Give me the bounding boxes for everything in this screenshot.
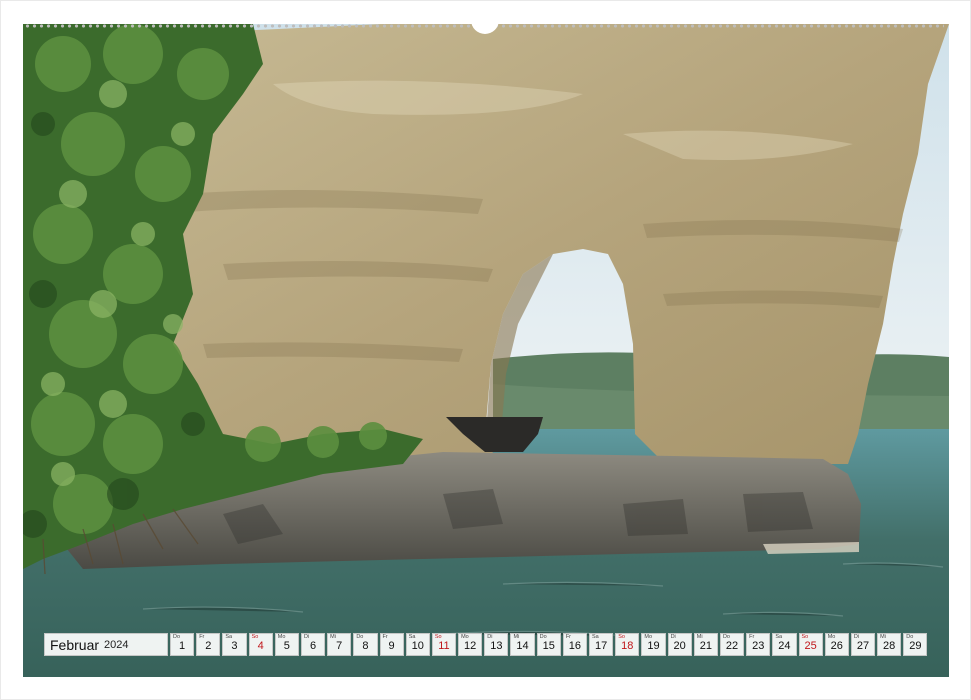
day-number: 23: [752, 640, 765, 652]
day-number: 11: [438, 640, 450, 652]
day-number: 5: [283, 640, 290, 652]
day-cell: Di 20: [667, 633, 692, 656]
day-cell: Di 6: [300, 633, 326, 656]
day-number: 13: [490, 640, 503, 652]
day-number: 10: [411, 640, 424, 652]
day-number: 4: [257, 640, 264, 652]
month-name: Februar: [50, 636, 100, 653]
day-number: 15: [542, 640, 555, 652]
day-number: 7: [336, 640, 343, 652]
day-cell: Mi 28: [877, 633, 902, 656]
day-cell: Do 29: [903, 633, 928, 656]
day-cell: Do 22: [719, 633, 745, 656]
calendar-strip: Februar 2024 Do 1 Fr 2 Sa 3 So 4 Mo 5 Di 6 Mi 7 Do 8 Fr 9…: [44, 633, 928, 656]
day-cell: So 18: [615, 633, 640, 656]
month-year: 2024: [104, 638, 129, 651]
day-number: 8: [362, 640, 369, 652]
day-cell: Mi 21: [693, 633, 718, 656]
day-cell: Mo 5: [274, 633, 299, 656]
day-number: 27: [856, 640, 870, 652]
day-number: 24: [778, 640, 791, 652]
day-number: 29: [909, 640, 922, 652]
day-number: 14: [516, 640, 529, 652]
day-cell: Fr 2: [196, 633, 221, 656]
day-cell: So 11: [431, 633, 457, 656]
day-cell: Mo 12: [458, 633, 483, 656]
day-number: 28: [883, 640, 896, 652]
day-number: 25: [804, 640, 817, 652]
day-number: 22: [725, 640, 739, 652]
day-cell: Sa 3: [222, 633, 247, 656]
day-cell: Sa 10: [405, 633, 430, 656]
day-cell: Fr 9: [379, 633, 404, 656]
day-number: 3: [231, 640, 238, 652]
day-cell: Sa 24: [772, 633, 797, 656]
day-cell: Fr 16: [562, 633, 587, 656]
day-number: 16: [568, 640, 582, 652]
day-cell: Do 1: [170, 633, 195, 656]
day-number: 6: [309, 640, 317, 652]
day-cell: Do 8: [353, 633, 378, 656]
day-number: 19: [647, 640, 660, 652]
day-number: 17: [594, 640, 608, 652]
day-cell: So 4: [248, 633, 273, 656]
lake-rock-arch-photo: [23, 24, 949, 677]
day-cell: Mo 26: [824, 633, 849, 656]
day-number: 2: [205, 640, 212, 652]
day-number: 21: [699, 640, 712, 652]
day-cell: Fr 23: [746, 633, 771, 656]
day-cell: Do 15: [536, 633, 561, 656]
day-cell: Di 13: [484, 633, 509, 656]
day-number: 18: [621, 640, 634, 652]
day-cell: Mo 19: [641, 633, 666, 656]
day-cell: Sa 17: [589, 633, 614, 656]
day-number: 26: [830, 640, 843, 652]
day-number: 20: [673, 640, 686, 652]
day-number: 9: [388, 640, 395, 652]
day-cell: Mi 7: [327, 633, 352, 656]
day-number: 12: [464, 640, 477, 652]
month-label-box: Februar 2024: [44, 633, 168, 656]
day-cell: Mi 14: [510, 633, 535, 656]
day-number: 1: [179, 640, 186, 652]
day-cell: So 25: [798, 633, 823, 656]
calendar-page: Februar 2024 Do 1 Fr 2 Sa 3 So 4 Mo 5 Di 6 Mi 7 Do 8 Fr 9…: [0, 0, 971, 700]
day-cell: Di 27: [850, 633, 876, 656]
